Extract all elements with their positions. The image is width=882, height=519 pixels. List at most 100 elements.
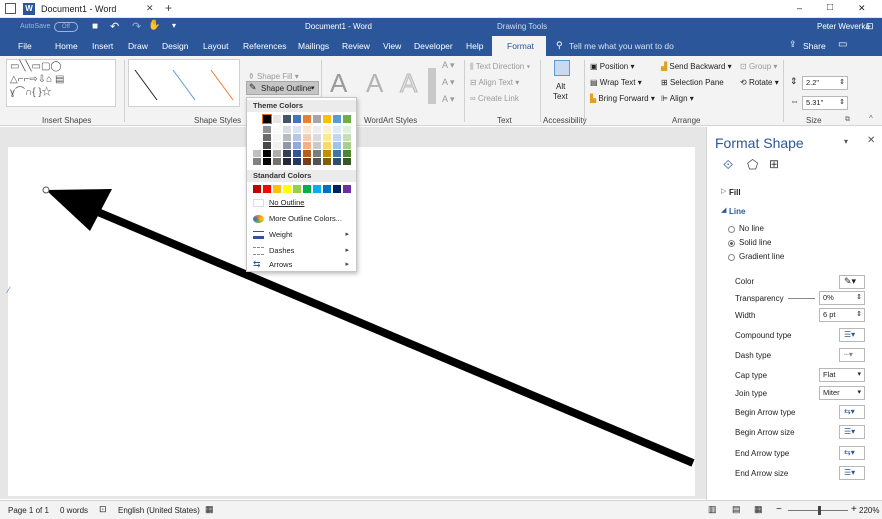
tab-draw[interactable]: Draw [128, 41, 148, 51]
dash-type-dropdown[interactable]: ┄▾ [839, 348, 865, 362]
tab-home[interactable]: Home [55, 41, 78, 51]
theme-color-swatch[interactable] [273, 158, 281, 165]
theme-color-swatch[interactable] [263, 142, 271, 149]
theme-color-swatch[interactable] [283, 158, 291, 165]
theme-color-swatch[interactable] [303, 134, 311, 141]
standard-color-swatch[interactable] [263, 185, 271, 193]
theme-color-swatch[interactable] [343, 115, 351, 123]
theme-color-swatch[interactable] [263, 158, 271, 165]
theme-color-swatch[interactable] [263, 126, 271, 133]
share-button[interactable]: Share [803, 41, 826, 51]
theme-color-swatch[interactable] [323, 150, 331, 157]
tab-insert[interactable]: Insert [92, 41, 113, 51]
theme-color-swatch[interactable] [262, 114, 272, 124]
theme-color-swatch[interactable] [293, 126, 301, 133]
tab-developer[interactable]: Developer [414, 41, 453, 51]
text-effects-icon[interactable]: A ▾ [442, 94, 455, 105]
theme-color-swatch[interactable] [283, 115, 291, 123]
theme-color-swatch[interactable] [323, 126, 331, 133]
theme-color-swatch[interactable] [253, 115, 261, 123]
page-count[interactable]: Page 1 of 1 [8, 506, 49, 515]
undo-icon[interactable]: ↶ [110, 20, 119, 33]
theme-color-swatch[interactable] [333, 134, 341, 141]
standard-color-swatch[interactable] [343, 185, 351, 193]
theme-color-swatch[interactable] [343, 158, 351, 165]
redo-icon[interactable]: ↷ [132, 20, 141, 33]
align-text-button[interactable]: ⊟ Align Text ▾ [470, 78, 519, 87]
wrap-text-button[interactable]: ▤ Wrap Text ▾ [590, 78, 642, 87]
standard-color-swatch[interactable] [313, 185, 321, 193]
theme-color-swatch[interactable] [303, 115, 311, 123]
selection-pane-button[interactable]: ⊞ Selection Pane [661, 78, 724, 87]
system-menu-icon[interactable] [5, 3, 16, 14]
theme-color-grid[interactable] [253, 114, 353, 167]
comments-icon[interactable]: ▭ [838, 39, 847, 50]
effects-tab-icon[interactable]: ⬠ [747, 157, 758, 173]
standard-color-swatch[interactable] [333, 185, 341, 193]
standard-color-swatch[interactable] [293, 185, 301, 193]
tab-mailings[interactable]: Mailings [298, 41, 329, 51]
no-outline-item[interactable]: No Outline [251, 196, 355, 210]
save-icon[interactable]: ■ [92, 21, 98, 32]
theme-color-swatch[interactable] [293, 134, 301, 141]
solid-line-radio[interactable] [728, 240, 735, 247]
theme-color-swatch[interactable] [273, 134, 281, 141]
theme-color-swatch[interactable] [333, 115, 341, 123]
align-button[interactable]: ⊫ Align ▾ [661, 94, 694, 103]
expand-fill-icon[interactable]: ▷ [721, 187, 726, 195]
theme-color-swatch[interactable] [323, 142, 331, 149]
standard-color-swatch[interactable] [303, 185, 311, 193]
tab-help[interactable]: Help [466, 41, 483, 51]
send-backward-button[interactable]: ▟ Send Backward ▾ [661, 62, 732, 71]
tab-review[interactable]: Review [342, 41, 370, 51]
zoom-level[interactable]: 220% [859, 506, 879, 515]
standard-color-swatch[interactable] [273, 185, 281, 193]
end-arrow-type-dropdown[interactable]: ⇆▾ [839, 446, 865, 460]
pane-close-icon[interactable]: ✕ [867, 135, 875, 146]
weight-item[interactable]: Weight ▸ [251, 228, 355, 242]
theme-color-swatch[interactable] [343, 142, 351, 149]
theme-color-swatch[interactable] [313, 115, 321, 123]
pane-options-icon[interactable]: ▾ [844, 137, 848, 146]
theme-color-swatch[interactable] [323, 158, 331, 165]
theme-color-swatch[interactable] [273, 126, 281, 133]
wordart-style-1[interactable]: A [330, 68, 347, 99]
theme-color-swatch[interactable] [283, 126, 291, 133]
bring-forward-button[interactable]: ▙ Bring Forward ▾ [590, 94, 655, 103]
shapes-gallery[interactable]: ▭╲╲▭▢◯ △⌐⌐⇨⇩⌂ ▤ ɣ⌒∩{ }☆ [6, 59, 116, 107]
join-type-dropdown[interactable]: Miter ▾ [819, 386, 865, 400]
theme-color-swatch[interactable] [333, 142, 341, 149]
more-outline-colors-item[interactable]: More Outline Colors... [251, 212, 355, 226]
fill-line-tab-icon[interactable]: ⟐ [723, 157, 733, 173]
theme-color-swatch[interactable] [323, 134, 331, 141]
line-color-button[interactable]: ✎▾ [839, 275, 865, 289]
theme-color-swatch[interactable] [343, 126, 351, 133]
rotate-button[interactable]: ⟲ Rotate ▾ [740, 78, 779, 87]
layout-properties-tab-icon[interactable]: ⊞ [769, 157, 779, 171]
language-status[interactable]: English (United States) [118, 506, 200, 515]
word-count[interactable]: 0 words [60, 506, 88, 515]
end-arrow-size-dropdown[interactable]: ☰▾ [839, 466, 865, 480]
line-width-input[interactable]: 6 pt ⇕ [819, 308, 865, 322]
group-button[interactable]: ⊡ Group ▾ [740, 62, 777, 71]
shape-outline-button[interactable]: ✎ Shape Outline ▾ [246, 81, 319, 95]
begin-arrow-type-dropdown[interactable]: ⇆▾ [839, 405, 865, 419]
theme-color-swatch[interactable] [303, 150, 311, 157]
new-tab-icon[interactable]: + [165, 1, 172, 15]
compound-type-dropdown[interactable]: ☰▾ [839, 328, 865, 342]
theme-color-swatch[interactable] [273, 150, 281, 157]
fill-section-header[interactable]: Fill [729, 188, 741, 197]
shape-height-input[interactable]: 2.2" ⇕ [802, 76, 848, 90]
theme-color-swatch[interactable] [273, 115, 281, 123]
standard-color-swatch[interactable] [253, 185, 261, 193]
shape-fill-button[interactable]: ⚱ Shape Fill ▾ [248, 72, 299, 81]
user-name[interactable]: Peter Weverka [817, 22, 870, 31]
theme-color-swatch[interactable] [323, 115, 331, 123]
theme-color-swatch[interactable] [303, 142, 311, 149]
theme-color-swatch[interactable] [343, 150, 351, 157]
theme-color-swatch[interactable] [303, 158, 311, 165]
shape-width-input[interactable]: 5.31" ⇕ [802, 96, 848, 110]
tab-view[interactable]: View [383, 41, 401, 51]
close-button[interactable]: ✕ [858, 3, 866, 14]
dashes-item[interactable]: Dashes ▸ [251, 244, 355, 258]
